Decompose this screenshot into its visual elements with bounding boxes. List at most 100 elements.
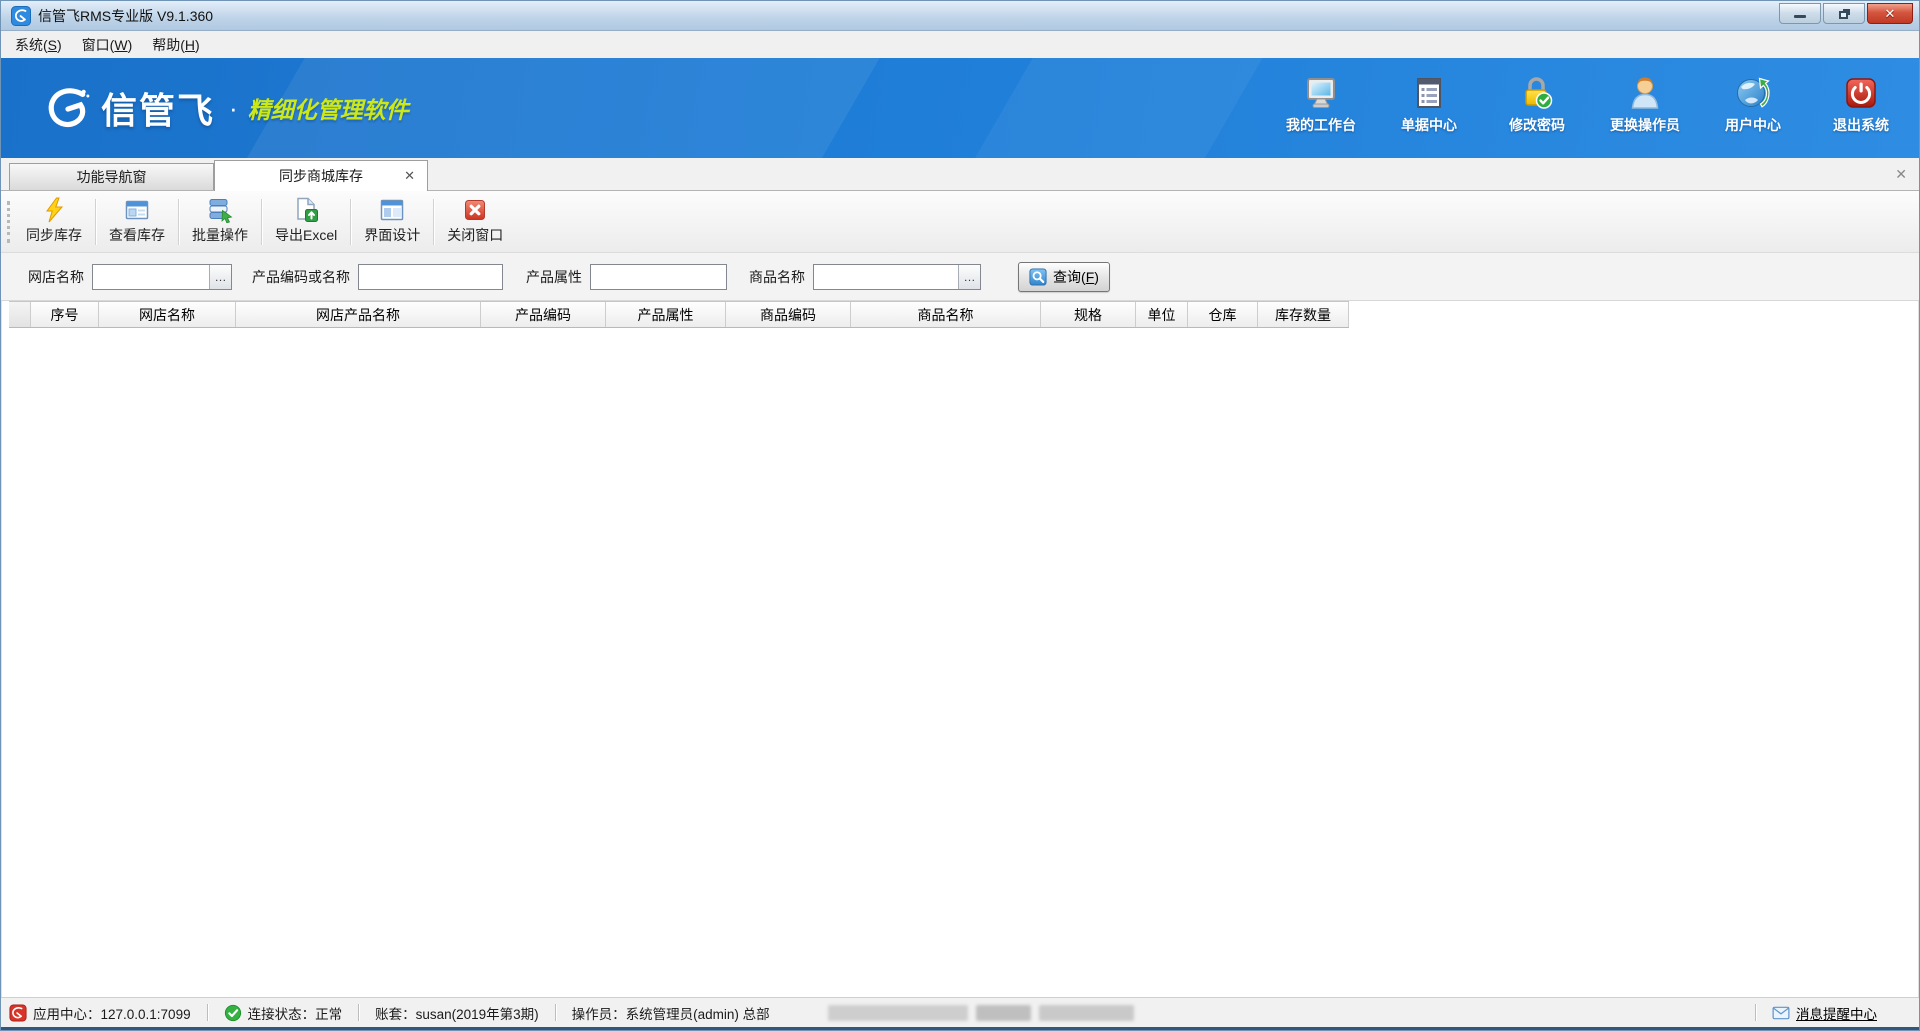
toolbar-separator — [178, 199, 179, 245]
toolbar-ui-design-button[interactable]: 界面设计 — [354, 194, 430, 249]
toolbar-batch-operation-button[interactable]: 批量操作 — [182, 194, 258, 249]
message-center-link[interactable]: 消息提醒中心 — [1796, 1003, 1877, 1023]
lightning-icon — [41, 197, 67, 223]
product-code-or-name-field — [358, 264, 503, 290]
column-header-product-code[interactable]: 产品编码 — [481, 302, 606, 327]
quick-action-my-workbench[interactable]: 我的工作台 — [1273, 75, 1369, 135]
title-bar: 信管飞RMS专业版 V9.1.360 ✕ — [1, 1, 1919, 31]
quick-action-switch-operator[interactable]: 更换操作员 — [1597, 75, 1693, 135]
product-attr-label: 产品属性 — [526, 267, 582, 287]
column-header-goods-code[interactable]: 商品编码 — [726, 302, 851, 327]
tab-function-nav[interactable]: 功能导航窗 — [9, 163, 214, 190]
statusbar-separator — [207, 1004, 208, 1021]
redacted-text — [828, 1005, 1134, 1021]
tab-label: 同步商城库存 — [279, 166, 363, 186]
column-header-goods-name[interactable]: 商品名称 — [851, 302, 1041, 327]
lock-check-icon — [1519, 75, 1555, 111]
tab-sync-mall-inventory[interactable]: 同步商城库存 ✕ — [214, 160, 428, 191]
statusbar-separator — [555, 1004, 556, 1021]
column-header-product-attr[interactable]: 产品属性 — [606, 302, 726, 327]
product-attr-input[interactable] — [591, 266, 726, 288]
operator-info: 操作员：系统管理员(admin) 总部 — [572, 1003, 770, 1023]
shop-name-input[interactable] — [93, 266, 209, 288]
goods-name-picker-button[interactable]: … — [958, 265, 980, 289]
toolbar-close-window-button[interactable]: 关闭窗口 — [437, 194, 513, 249]
query-button-label: 查询(F) — [1053, 267, 1099, 287]
toolbar-view-inventory-button[interactable]: 查看库存 — [99, 194, 175, 249]
menu-help[interactable]: 帮助(H) — [142, 31, 209, 59]
tab-close-icon[interactable]: ✕ — [404, 168, 415, 184]
monitor-icon — [1303, 75, 1339, 111]
window-controls: ✕ — [1779, 1, 1913, 30]
toolbar-separator — [261, 199, 262, 245]
power-icon — [1843, 75, 1879, 111]
document-list-icon — [1411, 75, 1447, 111]
app-center-status: 应用中心：127.0.0.1:7099 — [33, 1003, 191, 1023]
grid-header-row: 序号 网店名称 网店产品名称 产品编码 产品属性 商品编码 商品名称 规格 单位… — [9, 301, 1349, 328]
shop-name-field: … — [92, 264, 232, 290]
goods-name-field: … — [813, 264, 981, 290]
status-bar: 应用中心：127.0.0.1:7099 连接状态：正常 账套：susan(201… — [1, 997, 1919, 1030]
window-title: 信管飞RMS专业版 V9.1.360 — [38, 6, 213, 26]
query-button[interactable]: 查询(F) — [1018, 262, 1110, 292]
shop-name-label: 网店名称 — [28, 267, 84, 287]
brand-name: 信管飞 — [101, 82, 215, 134]
brand-logo-icon — [45, 87, 91, 129]
app-logo-icon — [11, 6, 31, 26]
statusbar-separator — [1755, 1004, 1756, 1021]
tab-strip-close-icon[interactable]: ✕ — [1895, 166, 1907, 183]
quick-action-change-password[interactable]: 修改密码 — [1489, 75, 1585, 135]
tab-label: 功能导航窗 — [77, 167, 147, 187]
column-header-stock-qty[interactable]: 库存数量 — [1258, 302, 1349, 327]
grid-indicator-column — [9, 302, 31, 327]
column-header-warehouse[interactable]: 仓库 — [1188, 302, 1258, 327]
toolbar-separator — [350, 199, 351, 245]
restore-icon — [1839, 11, 1848, 19]
column-header-unit[interactable]: 单位 — [1136, 302, 1188, 327]
header-banner: 信管飞 · 精细化管理软件 我的工作台 单据中心 修改密码 — [1, 58, 1919, 158]
toolbar-export-excel-button[interactable]: 导出Excel — [265, 194, 347, 249]
quick-action-user-center[interactable]: 用户中心 — [1705, 75, 1801, 135]
statusbar-separator — [358, 1004, 359, 1021]
brand-slogan: 精细化管理软件 — [248, 91, 409, 125]
product-code-or-name-label: 产品编码或名称 — [252, 267, 350, 287]
close-window-icon — [462, 197, 488, 223]
quick-actions: 我的工作台 单据中心 修改密码 更换操作员 — [1273, 75, 1909, 141]
close-icon: ✕ — [1885, 6, 1896, 22]
close-button[interactable]: ✕ — [1867, 3, 1913, 24]
app-center-icon — [9, 1004, 27, 1022]
filter-bar: 网店名称 … 产品编码或名称 产品属性 商品名称 … 查询(F) — [1, 253, 1919, 301]
grid-body-empty[interactable] — [2, 328, 1918, 997]
globe-icon — [1735, 75, 1771, 111]
product-attr-field — [590, 264, 727, 290]
layout-design-icon — [379, 197, 405, 223]
tab-strip: 功能导航窗 同步商城库存 ✕ ✕ — [1, 158, 1919, 191]
view-window-icon — [124, 197, 150, 223]
restore-button[interactable] — [1823, 3, 1865, 24]
toolbar-sync-inventory-button[interactable]: 同步库存 — [16, 194, 92, 249]
shop-name-picker-button[interactable]: … — [209, 265, 231, 289]
column-header-shop-product-name[interactable]: 网店产品名称 — [236, 302, 481, 327]
product-code-or-name-input[interactable] — [359, 266, 502, 288]
menu-system[interactable]: 系统(S) — [5, 31, 72, 59]
toolbar: 同步库存 查看库存 批量操作 导出Excel 界 — [1, 191, 1919, 253]
column-header-shop-name[interactable]: 网店名称 — [99, 302, 236, 327]
menu-window[interactable]: 窗口(W) — [72, 31, 143, 59]
minimize-icon — [1794, 15, 1806, 18]
quick-action-document-center[interactable]: 单据中心 — [1381, 75, 1477, 135]
export-excel-icon — [293, 197, 319, 223]
column-header-seq[interactable]: 序号 — [31, 302, 99, 327]
goods-name-input[interactable] — [814, 266, 958, 288]
envelope-icon — [1772, 1006, 1790, 1020]
goods-name-label: 商品名称 — [749, 267, 805, 287]
inventory-grid: 序号 网店名称 网店产品名称 产品编码 产品属性 商品编码 商品名称 规格 单位… — [1, 301, 1919, 997]
column-header-spec[interactable]: 规格 — [1041, 302, 1136, 327]
magnifier-icon — [1029, 268, 1047, 286]
toolbar-separator — [95, 199, 96, 245]
batch-layers-icon — [207, 197, 233, 223]
quick-action-exit-system[interactable]: 退出系统 — [1813, 75, 1909, 135]
minimize-button[interactable] — [1779, 3, 1821, 24]
toolbar-grip[interactable] — [7, 201, 10, 243]
toolbar-separator — [433, 199, 434, 245]
brand-dot: · — [229, 93, 238, 124]
